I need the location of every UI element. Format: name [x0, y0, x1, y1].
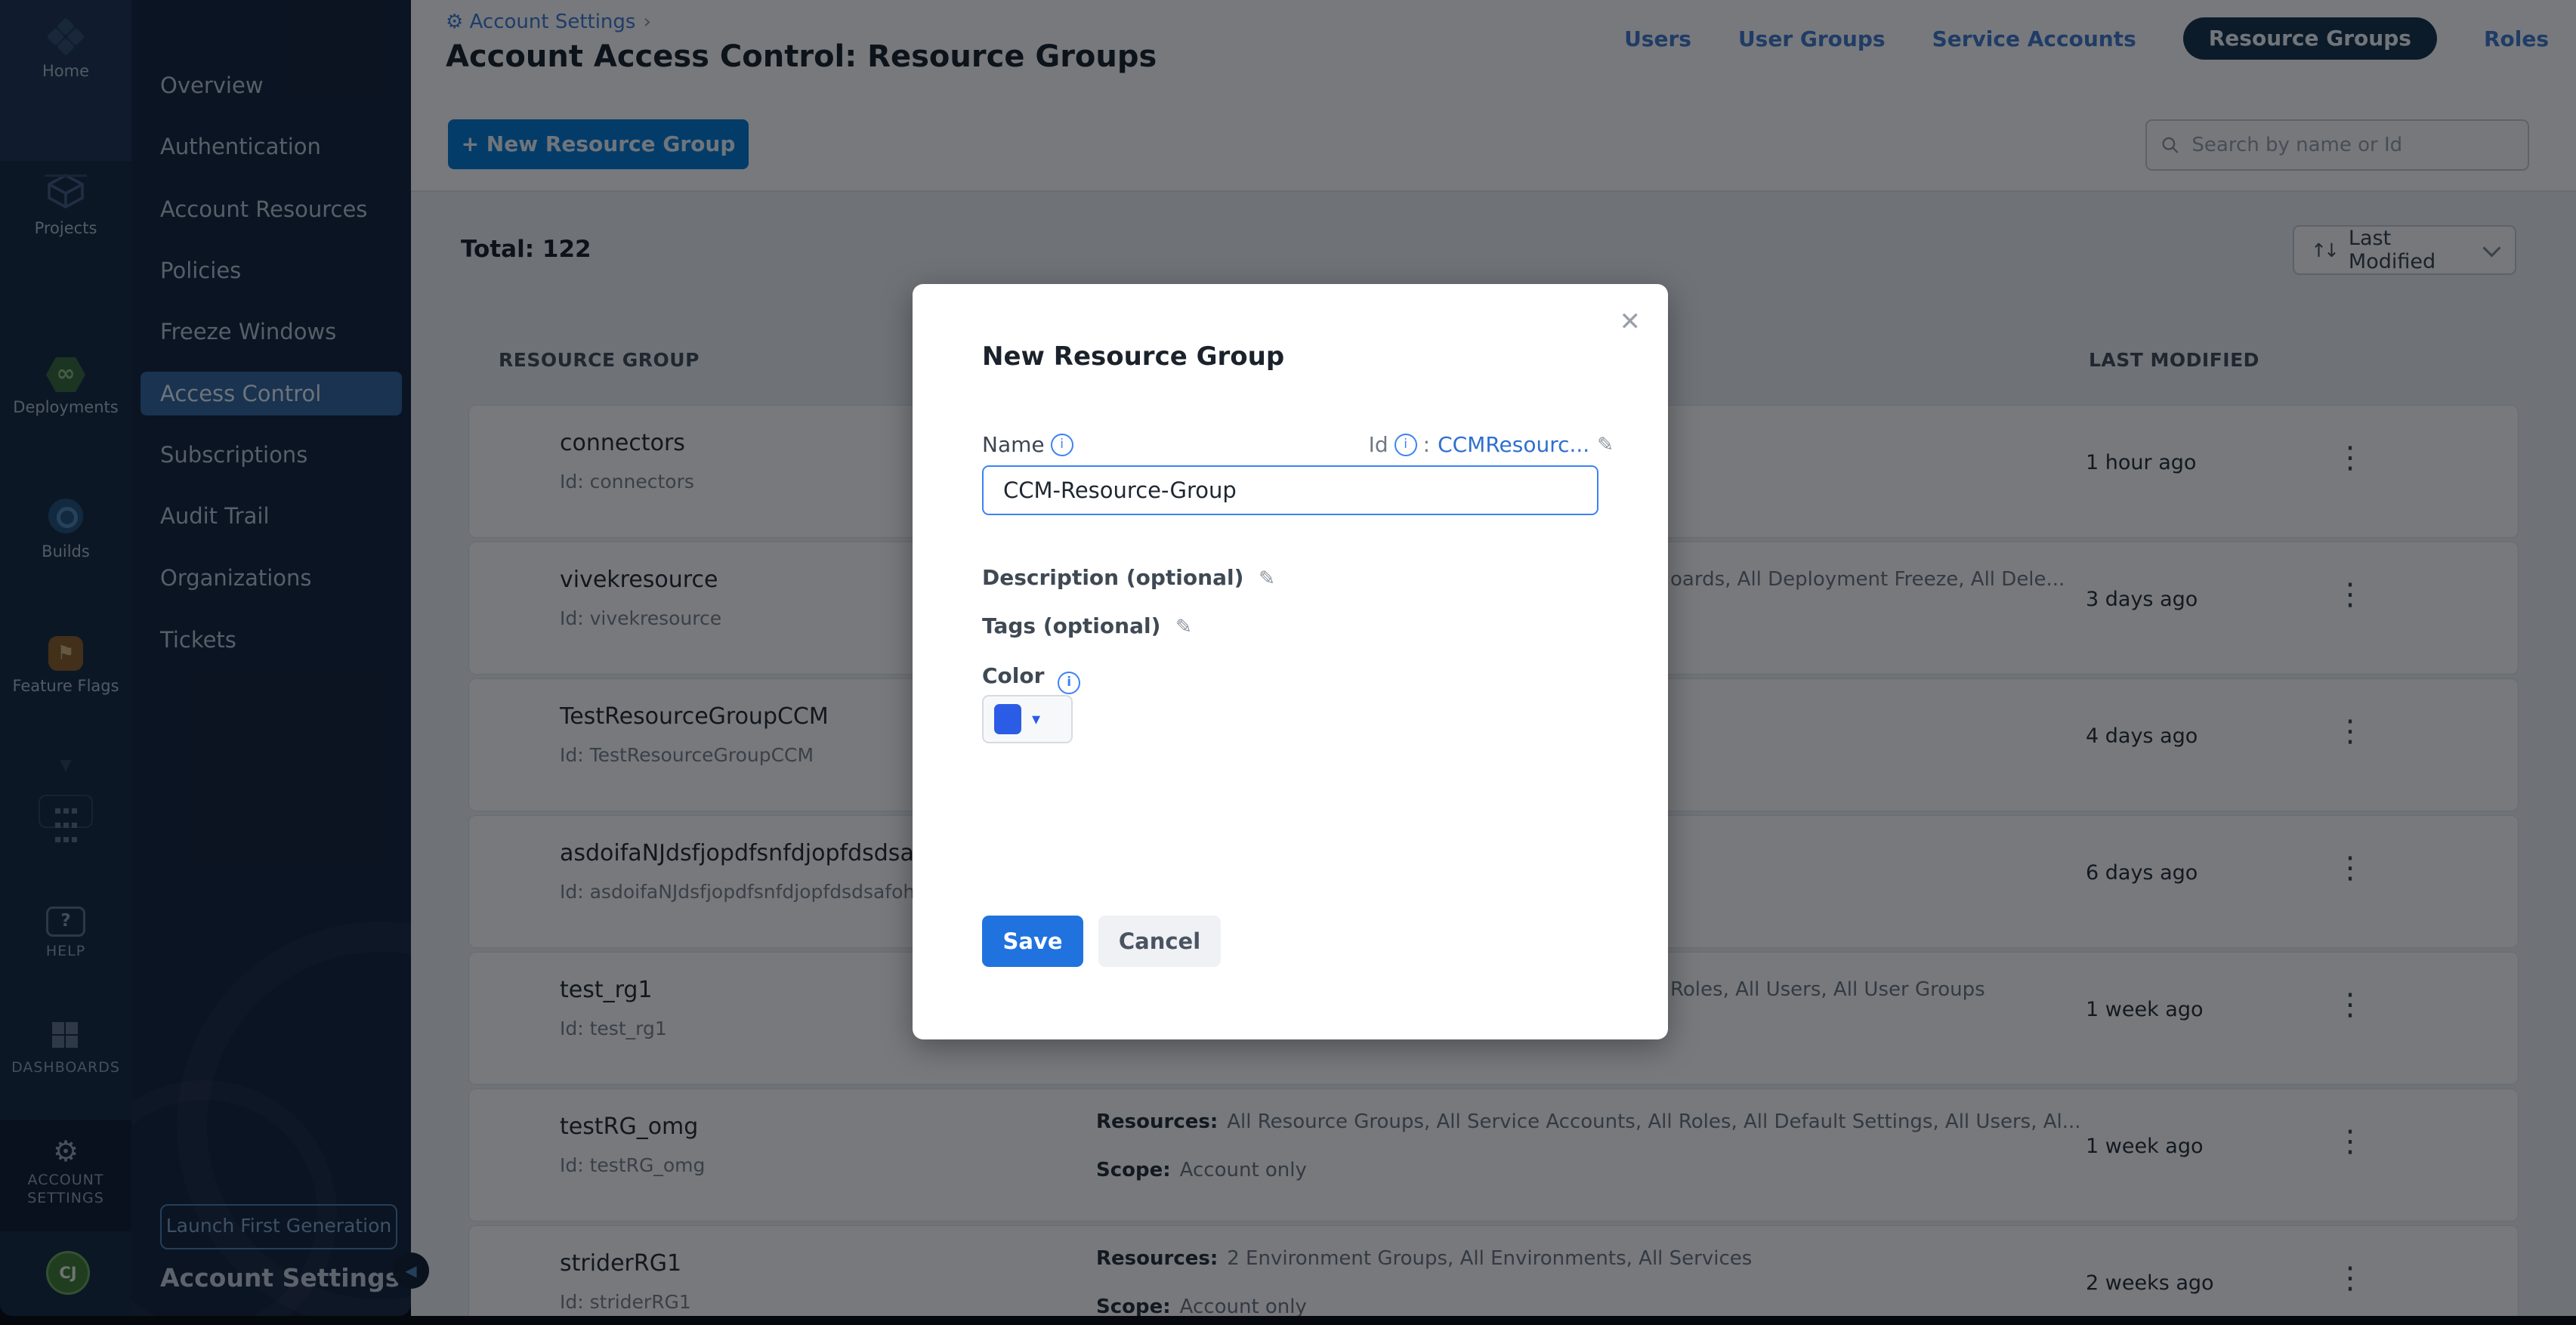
- name-input[interactable]: [982, 465, 1598, 515]
- tags-label-text: Tags (optional): [982, 613, 1160, 638]
- description-label-text: Description (optional): [982, 565, 1243, 590]
- name-id-row: Name i Id i : CCMResourc... ✎: [982, 432, 1614, 457]
- id-separator: :: [1423, 432, 1430, 457]
- color-swatch: [994, 704, 1021, 734]
- close-icon[interactable]: ✕: [1620, 307, 1642, 337]
- info-icon[interactable]: i: [1051, 434, 1073, 456]
- name-label: Name: [982, 432, 1045, 457]
- app-window: ⚙ Account Settings› Account Access Contr…: [0, 0, 2576, 1325]
- color-picker[interactable]: ▾: [982, 695, 1073, 743]
- color-label-text: Color: [982, 663, 1044, 688]
- id-label: Id: [1369, 432, 1388, 457]
- cancel-button[interactable]: Cancel: [1098, 916, 1221, 967]
- save-button[interactable]: Save: [982, 916, 1083, 967]
- id-value-link[interactable]: CCMResourc...: [1438, 432, 1589, 457]
- info-icon[interactable]: i: [1395, 434, 1417, 456]
- info-icon[interactable]: i: [1058, 672, 1080, 694]
- new-resource-group-modal: ✕ New Resource Group Name i Id i : CCMRe…: [913, 284, 1668, 1039]
- edit-tags-pencil-icon[interactable]: ✎: [1175, 616, 1192, 638]
- tags-label: Tags (optional) ✎: [982, 613, 1192, 638]
- edit-description-pencil-icon[interactable]: ✎: [1259, 567, 1275, 590]
- description-label: Description (optional) ✎: [982, 565, 1275, 590]
- caret-down-icon: ▾: [1032, 710, 1040, 729]
- edit-id-pencil-icon[interactable]: ✎: [1597, 434, 1614, 456]
- modal-title: New Resource Group: [982, 341, 1284, 372]
- color-label: Color i: [982, 663, 1086, 694]
